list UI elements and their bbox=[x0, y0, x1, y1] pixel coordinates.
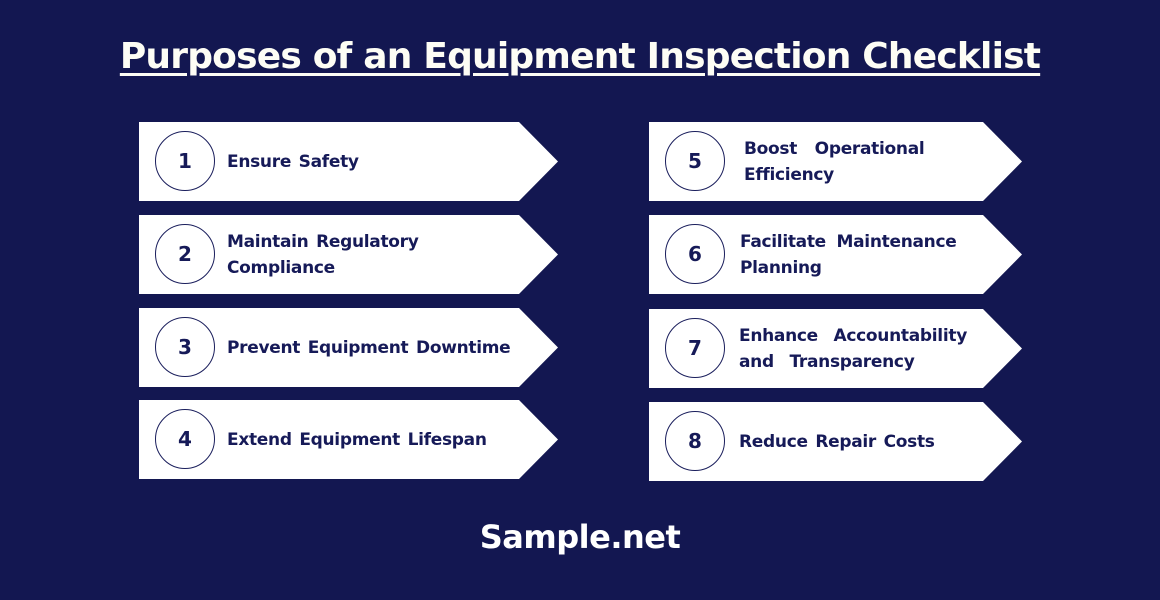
number-badge: 3 bbox=[155, 317, 215, 377]
number-badge: 4 bbox=[155, 409, 215, 469]
purpose-item-1: 1 Ensure Safety bbox=[139, 122, 558, 201]
purpose-label: Ensure Safety bbox=[227, 151, 359, 172]
purpose-item-2: 2 Maintain Regulatory Compliance bbox=[139, 215, 558, 294]
purpose-item-7: 7 Enhance Accountability and Transparenc… bbox=[649, 309, 1068, 388]
purpose-label: Facilitate Maintenance Planning bbox=[740, 231, 957, 278]
number-badge: 2 bbox=[155, 224, 215, 284]
number-badge: 1 bbox=[155, 131, 215, 191]
purpose-item-5: 5 Boost Operational Efficiency bbox=[649, 122, 1068, 201]
purpose-label: Enhance Accountability and Transparency bbox=[739, 325, 967, 372]
number-badge: 7 bbox=[665, 318, 725, 378]
number-badge: 5 bbox=[665, 131, 725, 191]
number-badge: 8 bbox=[665, 411, 725, 471]
purpose-label: Extend Equipment Lifespan bbox=[227, 429, 487, 450]
page-title: Purposes of an Equipment Inspection Chec… bbox=[119, 36, 1041, 77]
purpose-item-4: 4 Extend Equipment Lifespan bbox=[139, 400, 558, 479]
purpose-item-3: 3 Prevent Equipment Downtime bbox=[139, 308, 558, 387]
purpose-item-6: 6 Facilitate Maintenance Planning bbox=[649, 215, 1068, 294]
purpose-item-8: 8 Reduce Repair Costs bbox=[649, 402, 1068, 481]
purpose-label: Maintain Regulatory Compliance bbox=[227, 231, 419, 278]
purpose-label: Boost Operational Efficiency bbox=[744, 138, 925, 185]
purpose-label: Reduce Repair Costs bbox=[739, 431, 935, 452]
brand-footer: Sample.net bbox=[479, 518, 681, 556]
purpose-label: Prevent Equipment Downtime bbox=[227, 337, 511, 358]
number-badge: 6 bbox=[665, 224, 725, 284]
